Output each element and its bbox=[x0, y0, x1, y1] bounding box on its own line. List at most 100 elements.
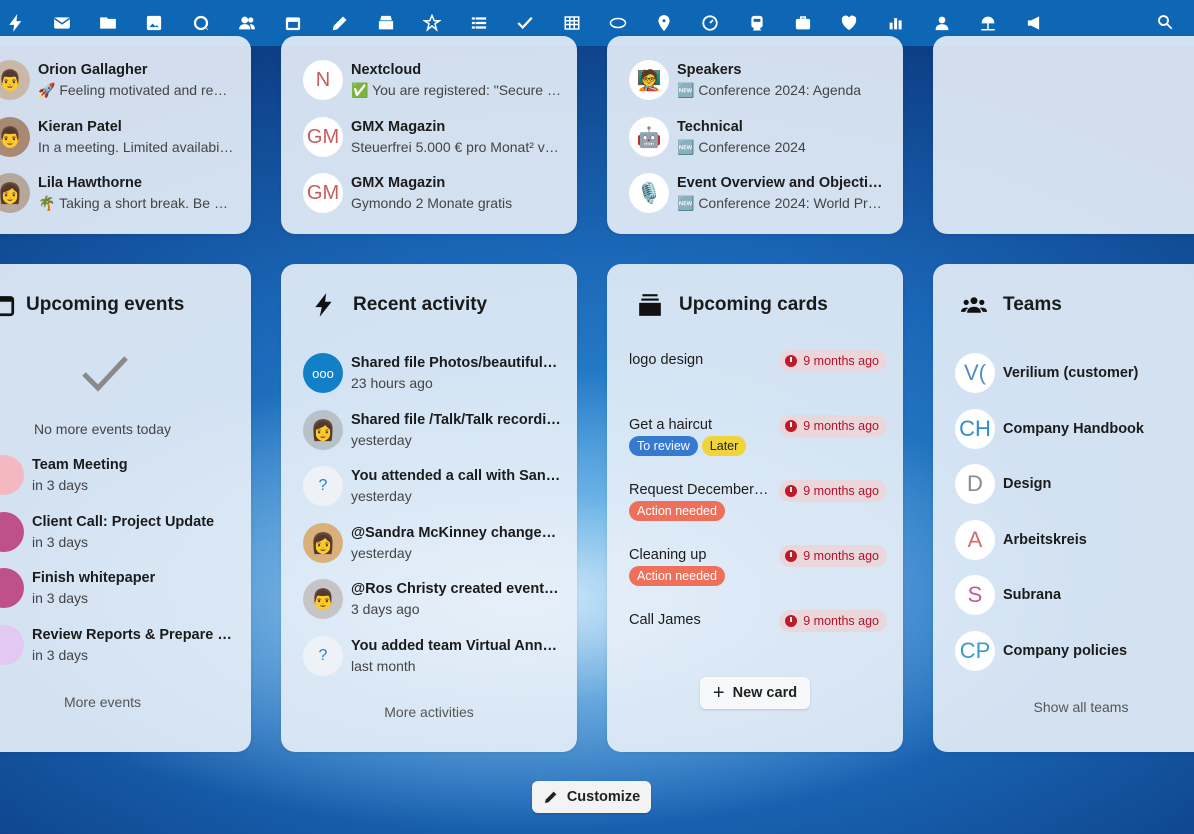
clock-icon bbox=[785, 550, 798, 562]
event-row[interactable]: Review Reports & Prepare Presentation in … bbox=[0, 622, 234, 668]
card-title: Request December report bbox=[629, 482, 769, 498]
panel-header: Upcoming cards bbox=[607, 288, 903, 322]
activity-row[interactable]: 👩 @Sandra McKinney changed the event yest… bbox=[303, 520, 561, 566]
card-row[interactable]: Request December report 9 months ago Act… bbox=[629, 480, 887, 526]
event-time: in 3 days bbox=[32, 477, 89, 493]
avatar: 👩 bbox=[0, 173, 30, 213]
due-date-badge: 9 months ago bbox=[779, 350, 887, 372]
team-row[interactable]: CP Company policies bbox=[955, 628, 1194, 674]
tasks-icon[interactable] bbox=[466, 10, 492, 36]
team-name: Company policies bbox=[1003, 643, 1128, 659]
checkmark-icon[interactable] bbox=[512, 10, 538, 36]
work-icon[interactable] bbox=[790, 10, 816, 36]
status-row[interactable]: 👨 Orion Gallagher 🚀 Feeling motivated and… bbox=[0, 57, 235, 103]
conversation-row[interactable]: 🧑‍🏫 Speakers 🆕 Conference 2024: Agenda bbox=[629, 57, 887, 103]
more-activities-link[interactable]: More activities bbox=[281, 704, 577, 720]
team-avatar: S bbox=[955, 575, 995, 615]
health-icon[interactable] bbox=[836, 10, 862, 36]
contacts-icon[interactable] bbox=[234, 10, 260, 36]
dashboard-gauge-icon[interactable] bbox=[697, 10, 723, 36]
activity-row[interactable]: 👩 Shared file /Talk/Talk recording.mp4 ye… bbox=[303, 407, 561, 453]
activity-title: @Sandra McKinney changed the event bbox=[351, 525, 561, 541]
mail-row[interactable]: GM GMX Magazin Steuerfrei 5.000 € pro Mon… bbox=[303, 114, 561, 160]
avatar: ? bbox=[303, 636, 343, 676]
search-icon[interactable] bbox=[1156, 13, 1176, 33]
photos-icon[interactable] bbox=[141, 10, 167, 36]
card-row[interactable]: logo design 9 months ago bbox=[629, 350, 887, 390]
conversation-avatar: 🧑‍🏫 bbox=[629, 60, 669, 100]
user-icon[interactable] bbox=[929, 10, 955, 36]
ocs-icon[interactable] bbox=[605, 10, 631, 36]
talk-icon[interactable] bbox=[188, 10, 214, 36]
notes-icon[interactable] bbox=[327, 10, 353, 36]
avatar: 👩 bbox=[303, 523, 343, 563]
customize-button[interactable]: Customize bbox=[532, 781, 651, 813]
activity-icon[interactable] bbox=[419, 10, 445, 36]
panel-title: Upcoming cards bbox=[679, 294, 828, 315]
team-row[interactable]: CH Company Handbook bbox=[955, 406, 1194, 452]
card-row[interactable]: Get a haircut 9 months ago To review Late… bbox=[629, 415, 887, 461]
team-row[interactable]: A Arbeitskreis bbox=[955, 517, 1194, 563]
analytics-icon[interactable] bbox=[883, 10, 909, 36]
activity-title: You attended a call with Sandra bbox=[351, 468, 561, 484]
team-row[interactable]: V( Verilium (customer) bbox=[955, 350, 1194, 396]
activity-row[interactable]: ? You added team Virtual Announcements la… bbox=[303, 633, 561, 679]
recent-activity-panel: Recent activity ooo Shared file Photos/b… bbox=[281, 264, 577, 752]
event-row[interactable]: Client Call: Project Update in 3 days bbox=[0, 509, 234, 555]
event-title: Finish whitepaper bbox=[32, 570, 156, 586]
card-row[interactable]: Call James 9 months ago bbox=[629, 610, 887, 640]
conversation-last-message: 🆕 Conference 2024: World Premiere bbox=[677, 194, 887, 211]
calendar-icon[interactable] bbox=[280, 10, 306, 36]
maps-icon[interactable] bbox=[651, 10, 677, 36]
conversation-row[interactable]: 🎙️ Event Overview and Objectives 🆕 Confer… bbox=[629, 170, 887, 216]
event-title: Review Reports & Prepare Presentation bbox=[32, 627, 234, 643]
status-user-name: Kieran Patel bbox=[38, 119, 122, 135]
new-card-button[interactable]: + New card bbox=[700, 677, 810, 709]
activity-row[interactable]: ooo Shared file Photos/beautiful-nextclo… bbox=[303, 350, 561, 396]
clock-icon bbox=[785, 420, 798, 432]
panel-title: Upcoming events bbox=[26, 294, 185, 315]
show-all-teams-link[interactable]: Show all teams bbox=[933, 699, 1194, 715]
team-name: Verilium (customer) bbox=[1003, 365, 1139, 381]
team-avatar: A bbox=[955, 520, 995, 560]
mail-panel: N Nextcloud ✅ You are registered: "Secure… bbox=[281, 36, 577, 234]
panel-title: Recent activity bbox=[353, 294, 488, 315]
team-avatar: D bbox=[955, 464, 995, 504]
announcement-icon[interactable] bbox=[1022, 10, 1048, 36]
mail-row[interactable]: N Nextcloud ✅ You are registered: "Secure… bbox=[303, 57, 561, 103]
conversation-title: Technical bbox=[677, 118, 743, 135]
mail-subject: ✅ You are registered: "Secure collaborat… bbox=[351, 81, 561, 98]
card-label: To review bbox=[629, 436, 698, 456]
card-title: Get a haircut bbox=[629, 417, 713, 433]
event-color-dot bbox=[0, 455, 24, 495]
activity-title: Shared file /Talk/Talk recording.mp4 bbox=[351, 412, 561, 428]
mail-row[interactable]: GM GMX Magazin Gymondo 2 Monate gratis bbox=[303, 170, 561, 216]
activity-time: last month bbox=[351, 658, 416, 674]
team-avatar: V( bbox=[955, 353, 995, 393]
conversation-row[interactable]: 🤖 Technical 🆕 Conference 2024 bbox=[629, 114, 887, 160]
activity-row[interactable]: 👨 @Ros Christy created event Lunch 3 days… bbox=[303, 576, 561, 622]
card-row[interactable]: Cleaning up 9 months ago Action needed bbox=[629, 545, 887, 591]
status-message: 🚀 Feeling motivated and ready to tackle … bbox=[38, 81, 235, 98]
conversation-avatar: 🎙️ bbox=[629, 173, 669, 213]
due-date-badge: 9 months ago bbox=[779, 480, 887, 502]
status-user-name: Lila Hawthorne bbox=[38, 174, 142, 191]
status-row[interactable]: 👩 Lila Hawthorne 🌴 Taking a short break. … bbox=[0, 170, 235, 216]
dashboard-icon[interactable] bbox=[3, 10, 29, 36]
card-title: logo design bbox=[629, 352, 704, 368]
deck-icon[interactable] bbox=[373, 10, 399, 36]
files-icon[interactable] bbox=[95, 10, 121, 36]
transit-icon[interactable] bbox=[744, 10, 770, 36]
more-events-link[interactable]: More events bbox=[0, 694, 235, 710]
team-row[interactable]: S Subrana bbox=[955, 572, 1194, 618]
event-row[interactable]: Team Meeting in 3 days bbox=[0, 452, 234, 498]
event-row[interactable]: Finish whitepaper in 3 days bbox=[0, 565, 234, 611]
beach-icon[interactable] bbox=[975, 10, 1001, 36]
team-row[interactable]: D Design bbox=[955, 461, 1194, 507]
deck-icon bbox=[635, 290, 665, 320]
mail-icon[interactable] bbox=[49, 10, 75, 36]
tables-icon[interactable] bbox=[559, 10, 585, 36]
status-row[interactable]: 👨 Kieran Patel In a meeting. Limited avai… bbox=[0, 114, 235, 160]
activity-row[interactable]: ? You attended a call with Sandra yesterd… bbox=[303, 463, 561, 509]
activity-title: You added team Virtual Announcements bbox=[351, 638, 561, 654]
